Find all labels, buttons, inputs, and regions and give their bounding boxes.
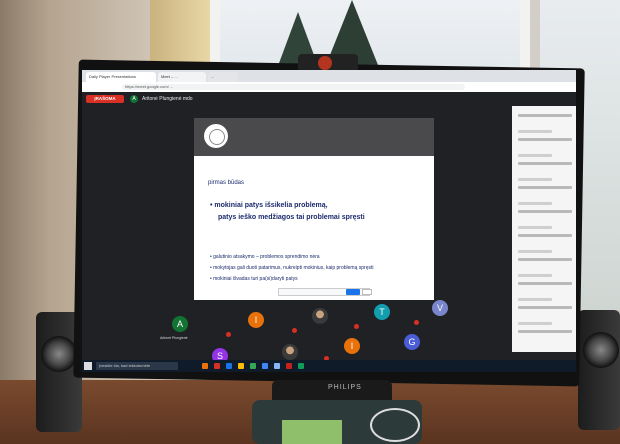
chat-message	[518, 298, 552, 301]
avatar: A	[130, 95, 138, 103]
participant-avatar[interactable]	[282, 344, 298, 360]
chat-message	[518, 114, 572, 117]
chat-message	[518, 258, 572, 261]
slide-heading: pirmas būdas	[208, 180, 245, 186]
chat-message	[518, 138, 572, 141]
taskbar-search[interactable]: Įveskite čia, kad ieškotumėte	[96, 362, 178, 370]
participant-avatar[interactable]: I	[248, 312, 264, 328]
chat-message	[518, 162, 572, 165]
school-logo	[204, 124, 228, 148]
app-icon[interactable]	[250, 363, 256, 369]
chat-message	[518, 178, 552, 181]
slide-bullet: • galutinio atsakymo – problemos sprendi…	[210, 254, 320, 260]
windows-start-icon[interactable]	[84, 362, 92, 370]
slide-header	[194, 118, 434, 156]
stop-sharing-button[interactable]	[346, 289, 360, 295]
logo-ring	[209, 129, 225, 145]
participant-avatar[interactable]	[312, 308, 328, 324]
speaker-cone	[583, 332, 619, 368]
app-icon[interactable]	[202, 363, 208, 369]
presentation-slide: pirmas būdas • mokiniai patys išsikelia …	[194, 118, 434, 300]
slide-bullet: • mokytojas gali duoti patarimus, nukrei…	[210, 265, 374, 271]
chat-message	[518, 306, 572, 309]
right-speaker	[578, 310, 620, 430]
monitor-brand: PHILIPS	[328, 384, 362, 391]
app-icon[interactable]	[286, 363, 292, 369]
participant-avatar[interactable]: T	[374, 304, 390, 320]
webcam-lens	[318, 56, 332, 70]
chat-message	[518, 234, 572, 237]
chat-message	[518, 226, 552, 229]
screen: Daily Player Presentations Meet – ... ..…	[82, 70, 576, 372]
chat-message	[518, 186, 572, 189]
browser-tab[interactable]: Meet – ...	[158, 72, 206, 82]
chat-message	[518, 274, 552, 277]
chat-message	[518, 250, 552, 253]
muted-icon	[292, 328, 297, 333]
hide-button[interactable]	[362, 289, 372, 295]
recording-badge: ĮRAŠOMA	[86, 95, 124, 103]
browser-tab[interactable]: Daily Player Presentations	[86, 72, 156, 82]
muted-icon	[226, 332, 231, 337]
muted-icon	[354, 324, 359, 329]
muted-icon	[414, 320, 419, 325]
app-icon[interactable]	[298, 363, 304, 369]
app-icon[interactable]	[274, 363, 280, 369]
slide-bullet: • mokiniai išvadas turi pa(si)daryti pat…	[210, 276, 298, 282]
chat-message	[518, 130, 552, 133]
chat-message	[518, 322, 552, 325]
participant-avatar[interactable]: I	[344, 338, 360, 354]
chrome-icon[interactable]	[262, 363, 268, 369]
slide-bullet: • mokiniai patys išsikelia problemą,	[210, 202, 328, 209]
chat-message	[518, 202, 552, 205]
participant-avatar[interactable]: G	[404, 334, 420, 350]
note-card	[282, 420, 342, 444]
speaker-cone	[41, 336, 77, 372]
app-icon[interactable]	[226, 363, 232, 369]
browser-tab[interactable]: ...	[208, 72, 238, 82]
chat-message	[518, 330, 572, 333]
glass-cup	[370, 408, 420, 442]
participant-avatar[interactable]: A	[172, 316, 188, 332]
tab-bar	[82, 70, 576, 82]
chat-message	[518, 154, 552, 157]
participant-name: Aritonė Plungienė	[160, 336, 188, 340]
url-field[interactable]: https://meet.google.com/ ...	[122, 84, 465, 90]
participant-avatar[interactable]: V	[432, 300, 448, 316]
folder-icon[interactable]	[238, 363, 244, 369]
chat-panel	[512, 106, 576, 352]
chat-message	[518, 282, 572, 285]
slide-bullet: patys ieško medžiagos tai problemai sprę…	[218, 214, 365, 221]
app-icon[interactable]	[214, 363, 220, 369]
meeting-title: Aritonė Plungienė mdo	[142, 96, 193, 102]
chat-message	[518, 210, 572, 213]
